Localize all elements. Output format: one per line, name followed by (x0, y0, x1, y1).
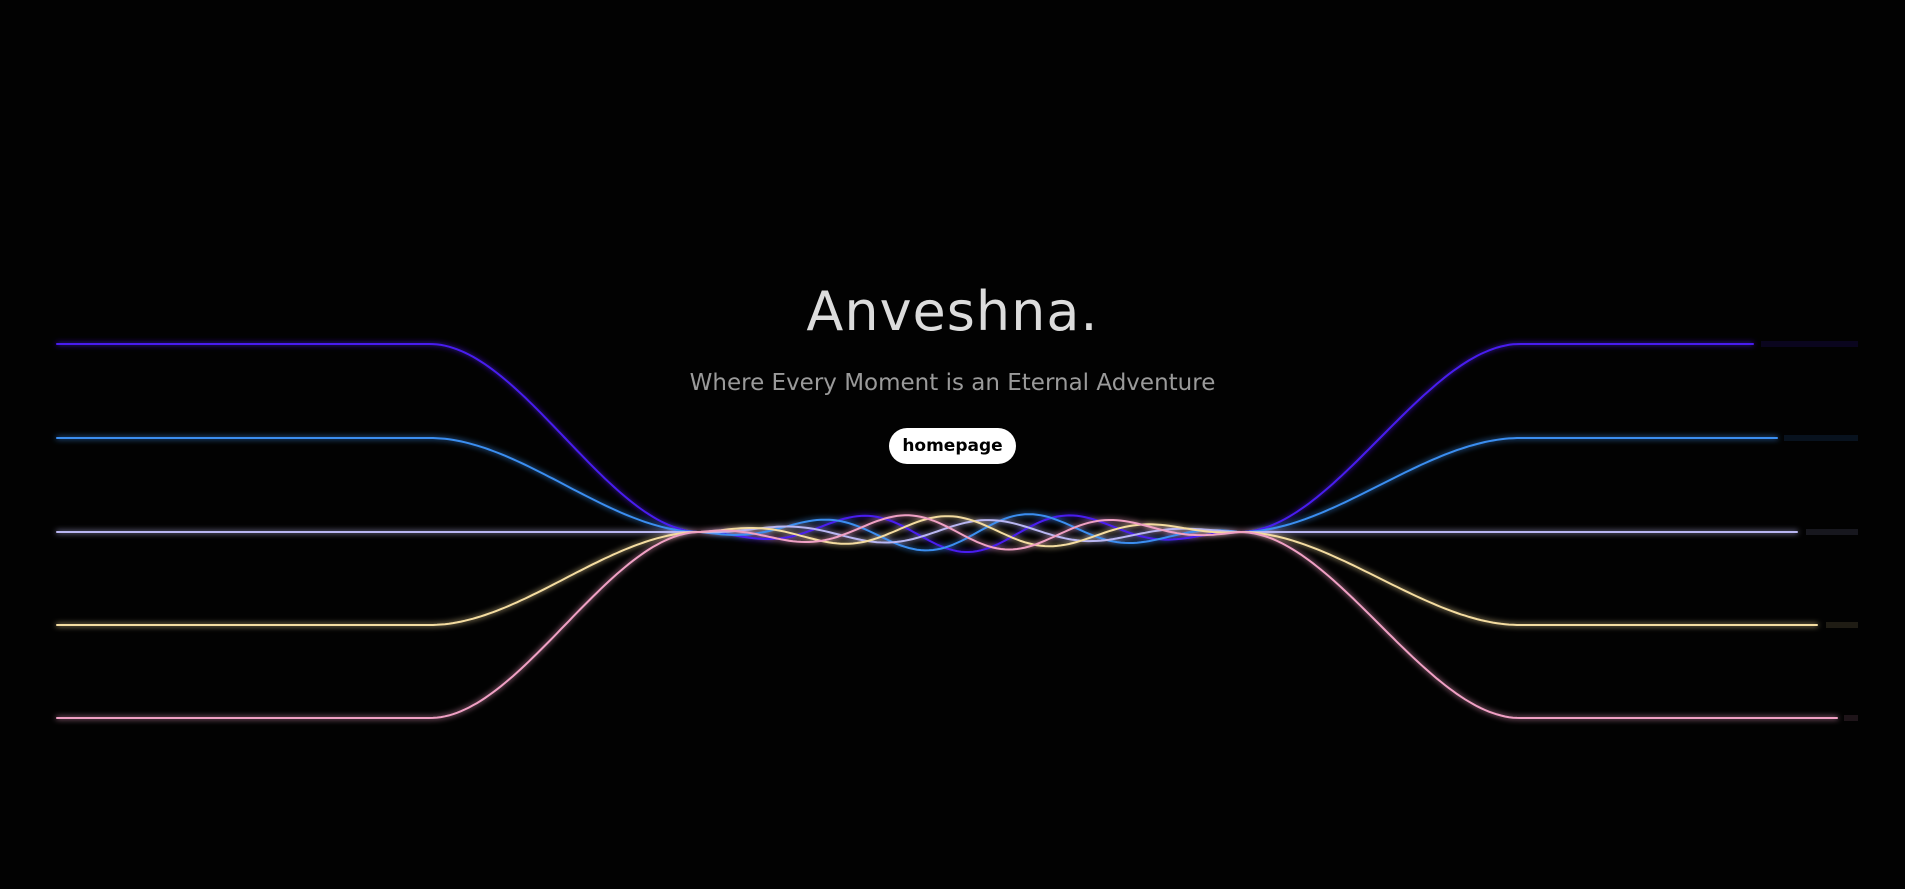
pink-line (56, 514, 1838, 719)
homepage-button[interactable]: homepage (889, 428, 1016, 464)
hero-section: Anveshna. Where Every Moment is an Etern… (0, 270, 1905, 464)
tagline: Where Every Moment is an Eternal Adventu… (689, 370, 1216, 396)
landing-page: Anveshna. Where Every Moment is an Etern… (0, 0, 1905, 889)
site-title: Anveshna. (806, 280, 1099, 343)
